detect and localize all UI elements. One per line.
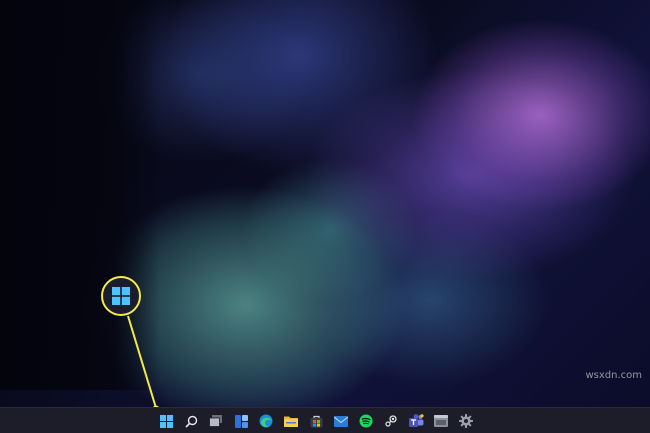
watermark: wsxdn.com — [585, 370, 642, 381]
start-button-callout — [101, 276, 141, 316]
widgets-icon — [234, 414, 248, 428]
store-button[interactable] — [306, 411, 326, 431]
task-view-button[interactable] — [206, 411, 226, 431]
file-explorer-button[interactable] — [281, 411, 301, 431]
windows-logo-icon — [112, 287, 130, 305]
search-button[interactable] — [181, 411, 201, 431]
desktop: wsxdn.com — [0, 0, 650, 433]
windows-logo-icon — [159, 414, 173, 428]
taskbar — [0, 407, 650, 433]
spotify-icon — [359, 414, 373, 428]
app-window-icon — [434, 415, 448, 427]
teams-button[interactable] — [406, 411, 426, 431]
gear-icon — [459, 414, 473, 428]
task-view-icon — [209, 415, 222, 427]
wallpaper — [0, 0, 160, 390]
app-window-button[interactable] — [431, 411, 451, 431]
edge-icon — [259, 414, 273, 428]
mail-button[interactable] — [331, 411, 351, 431]
steam-button[interactable] — [381, 411, 401, 431]
folder-icon — [284, 416, 298, 427]
store-icon — [310, 415, 322, 427]
search-icon — [184, 415, 197, 428]
widgets-button[interactable] — [231, 411, 251, 431]
edge-button[interactable] — [256, 411, 276, 431]
start-button[interactable] — [156, 411, 176, 431]
teams-icon — [408, 414, 424, 427]
steam-icon — [385, 415, 397, 427]
mail-icon — [334, 415, 348, 427]
settings-button[interactable] — [456, 411, 476, 431]
spotify-button[interactable] — [356, 411, 376, 431]
